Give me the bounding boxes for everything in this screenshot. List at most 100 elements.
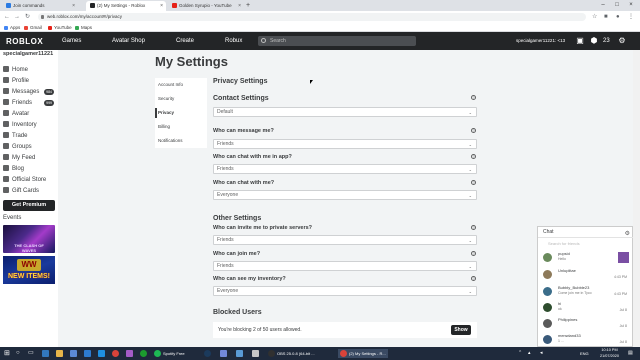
sidebar-item-inventory[interactable]: Inventory	[3, 121, 57, 130]
page-scrollbar[interactable]	[633, 50, 640, 347]
message-dropdown[interactable]: Friends ⌄	[213, 139, 477, 149]
invite-dropdown[interactable]: Friends ⌄	[213, 235, 477, 245]
sidebar-item-official-store[interactable]: Official Store	[3, 176, 57, 185]
photos-icon[interactable]	[126, 349, 135, 358]
show-blocked-button[interactable]: Show	[451, 325, 471, 335]
help-icon[interactable]: ?	[471, 95, 476, 100]
chrome-icon[interactable]	[112, 349, 121, 358]
roblox-logo[interactable]: ROBLOX	[6, 37, 43, 46]
nav-create[interactable]: Create	[176, 32, 194, 50]
sidebar-item-home[interactable]: Home	[3, 66, 57, 75]
chat-header[interactable]: Chat ⚙	[538, 227, 634, 238]
chat-search-input[interactable]: Search for friends	[542, 240, 630, 248]
volume-icon[interactable]: ◂	[540, 349, 543, 358]
new-tab-button[interactable]: +	[246, 1, 250, 10]
sidebar-item-friends[interactable]: Friends 999	[3, 99, 57, 108]
bookmark-apps[interactable]: Apps	[4, 23, 20, 32]
discord-icon[interactable]	[220, 349, 229, 358]
sidebar-username[interactable]: specialgamer11221	[3, 51, 53, 57]
join-dropdown[interactable]: Friends ⌄	[213, 261, 477, 271]
profile-icon[interactable]: ●	[616, 13, 620, 21]
mail-icon[interactable]	[84, 349, 93, 358]
sidebar-item-messages[interactable]: Messages 984	[3, 88, 57, 97]
search-icon[interactable]: ○	[16, 349, 20, 358]
taskbar-chrome-window[interactable]: (2) My Settings - R...	[338, 349, 388, 358]
edge-icon[interactable]	[42, 349, 51, 358]
bookmark-gmail[interactable]: Gmail	[24, 23, 42, 32]
network-icon[interactable]: ▴	[528, 349, 531, 358]
help-icon[interactable]: ?	[471, 180, 476, 185]
help-icon[interactable]: ?	[471, 154, 476, 159]
chat-item[interactable]: Philippines Jul 8	[538, 316, 634, 332]
sidebar-item-trade[interactable]: Trade	[3, 132, 57, 141]
menu-security[interactable]: Security	[158, 95, 174, 103]
tab-join-commands[interactable]: Join commands ×	[2, 1, 78, 11]
notifications-icon[interactable]: ▣	[575, 36, 585, 46]
event-banner-clash-of-waves[interactable]: THE CLASH OF WAVES	[3, 225, 55, 253]
help-icon[interactable]: ?	[471, 225, 476, 230]
search-input[interactable]: Search	[258, 36, 416, 46]
menu-billing[interactable]: Billing	[158, 123, 170, 131]
file-explorer-icon[interactable]	[56, 349, 65, 358]
sidebar-item-my-feed[interactable]: My Feed	[3, 154, 57, 163]
windows-start-icon[interactable]: ⊞	[4, 349, 10, 358]
chat-dropdown[interactable]: Everyone ⌄	[213, 190, 477, 200]
robux-balance[interactable]: 23	[603, 32, 610, 50]
reload-icon[interactable]: ↻	[25, 12, 30, 22]
star-icon[interactable]: ☆	[592, 13, 597, 21]
help-icon[interactable]: ?	[471, 251, 476, 256]
sidebar-item-blog[interactable]: Blog	[3, 165, 57, 174]
gear-icon[interactable]: ⚙	[617, 36, 627, 46]
store-icon[interactable]	[70, 349, 79, 358]
robux-icon[interactable]: ⬢	[589, 36, 599, 46]
chat-item[interactable]: Unluplitae 4:43 PM	[538, 267, 634, 283]
notification-center-icon[interactable]: ▤	[628, 349, 633, 358]
menu-icon[interactable]: ⋮	[628, 13, 634, 21]
chat-item[interactable]: Bubbly_Bubble23 Come join me in Tyco 4:43 …	[538, 284, 634, 300]
extensions-icon[interactable]: ■	[604, 13, 608, 21]
get-premium-button[interactable]: Get Premium	[3, 200, 55, 211]
task-view-icon[interactable]: ▭	[28, 349, 34, 358]
forward-icon[interactable]: →	[14, 12, 20, 22]
chat-item[interactable]: hi ok Jul 8	[538, 300, 634, 316]
tray-up-icon[interactable]: ⌃	[518, 349, 522, 358]
tab-youtube[interactable]: Golden Syrupio - YouTube ×	[168, 1, 244, 11]
window-close-icon[interactable]: ×	[624, 0, 638, 10]
menu-account-info[interactable]: Account Info	[158, 81, 183, 89]
language-indicator[interactable]: ENG	[580, 349, 589, 358]
close-icon[interactable]: ×	[72, 1, 75, 11]
nav-avatar-shop[interactable]: Avatar Shop	[112, 32, 145, 50]
roblox-studio-icon[interactable]	[236, 349, 245, 358]
tab-my-settings[interactable]: (2) My Settings - Roblox ×	[86, 1, 166, 11]
help-icon[interactable]: ?	[471, 128, 476, 133]
nav-robux[interactable]: Robux	[225, 32, 242, 50]
chat-item[interactable]: pupsid Hello	[538, 250, 634, 266]
app-icon[interactable]	[252, 349, 261, 358]
taskbar-spotify[interactable]: Spotify Free	[154, 349, 193, 358]
sidebar-item-groups[interactable]: Groups	[3, 143, 57, 152]
minimize-icon[interactable]: –	[596, 0, 610, 10]
header-username[interactable]: specialgamer11221: <13	[516, 32, 565, 50]
bookmark-maps[interactable]: Maps	[75, 23, 92, 32]
edge-legacy-icon[interactable]	[98, 349, 107, 358]
sidebar-item-gift-cards[interactable]: Gift Cards	[3, 187, 57, 196]
taskbar-obs[interactable]: OBS 25.0.8 (64-bit ...	[268, 349, 332, 358]
contact-settings-dropdown[interactable]: Default ⌄	[213, 107, 477, 117]
event-banner-wonder-woman[interactable]: WW NEW ITEMS!	[3, 256, 55, 284]
sidebar-item-profile[interactable]: Profile	[3, 77, 57, 86]
help-icon[interactable]: ?	[471, 276, 476, 281]
menu-notifications[interactable]: Notifications	[158, 137, 183, 145]
close-icon[interactable]: ×	[160, 1, 163, 11]
back-icon[interactable]: ←	[4, 12, 10, 22]
bookmark-youtube[interactable]: YouTube	[48, 23, 72, 32]
address-bar[interactable]: web.roblox.com/my/account#!/privacy	[38, 13, 586, 21]
close-icon[interactable]: ×	[238, 1, 241, 11]
system-clock[interactable]: 10:10 PM 21/07/2020	[600, 348, 619, 359]
xbox-icon[interactable]	[140, 349, 149, 358]
maximize-icon[interactable]: □	[610, 0, 624, 10]
menu-privacy[interactable]: Privacy	[158, 109, 174, 117]
chat-in-app-dropdown[interactable]: Friends ⌄	[213, 164, 477, 174]
sidebar-item-avatar[interactable]: Avatar	[3, 110, 57, 119]
chat-item[interactable]: menwland33 1 ... Jul 8	[538, 332, 634, 348]
steam-icon[interactable]	[204, 349, 213, 358]
